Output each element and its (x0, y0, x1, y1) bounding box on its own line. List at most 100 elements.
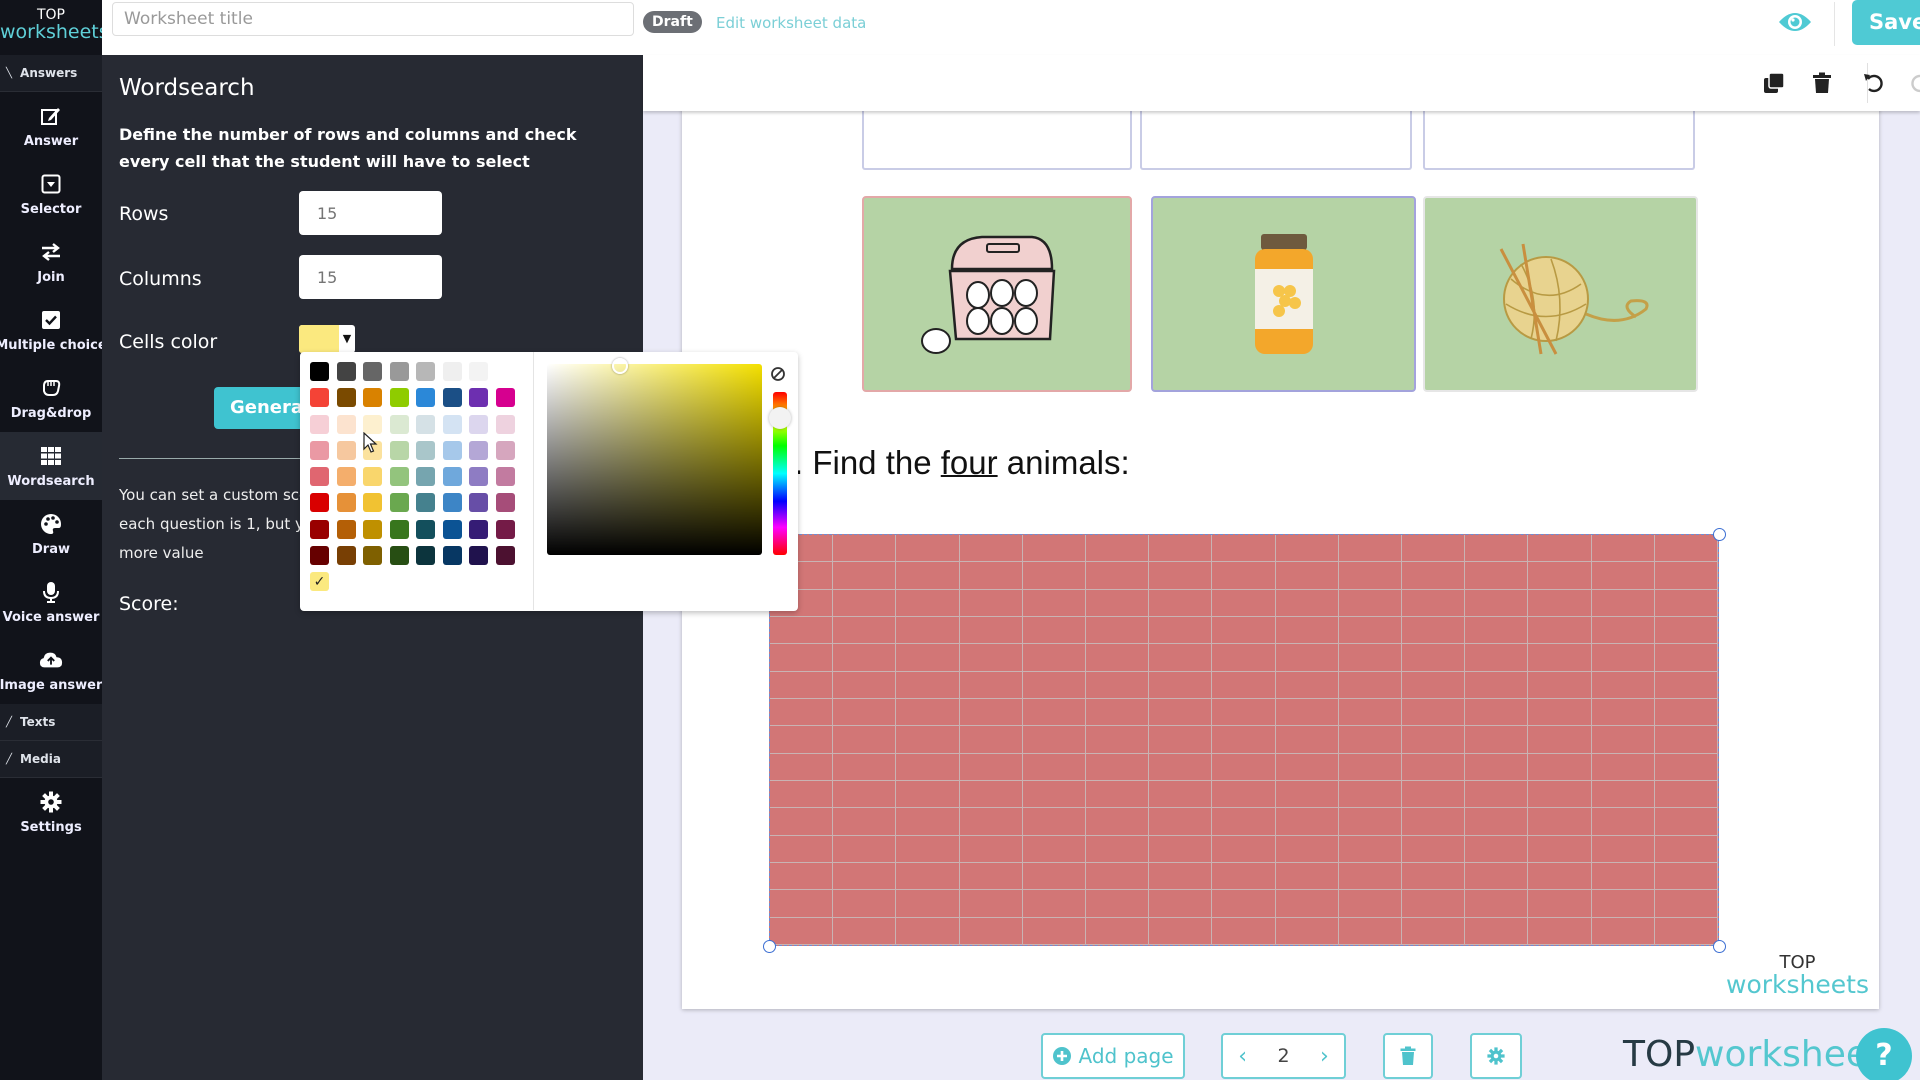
resize-handle-top-right[interactable] (1713, 528, 1726, 541)
grid-cell[interactable] (1212, 671, 1276, 699)
section-media[interactable]: ╱ Media (0, 741, 102, 778)
color-swatch[interactable] (442, 414, 462, 434)
grid-cell[interactable] (1149, 535, 1213, 563)
grid-cell[interactable] (1275, 589, 1339, 617)
grid-cell[interactable] (770, 726, 834, 754)
grid-cell[interactable] (959, 589, 1023, 617)
grid-cell[interactable] (1275, 644, 1339, 672)
no-color-icon[interactable] (770, 366, 786, 382)
sidebar-item-selector[interactable]: Selector (0, 160, 102, 228)
grid-cell[interactable] (770, 699, 834, 727)
color-swatch[interactable] (469, 519, 488, 539)
color-swatch[interactable] (336, 546, 356, 566)
grid-cell[interactable] (896, 726, 960, 754)
grid-cell[interactable] (1338, 589, 1402, 617)
edit-worksheet-data-link[interactable]: Edit worksheet data (716, 14, 866, 32)
grid-cell[interactable] (1022, 917, 1086, 945)
grid-cell[interactable] (1465, 589, 1529, 617)
grid-cell[interactable] (1086, 781, 1150, 809)
grid-cell[interactable] (896, 863, 960, 891)
color-swatch[interactable] (469, 362, 488, 381)
grid-cell[interactable] (1275, 726, 1339, 754)
grid-cell[interactable] (770, 753, 834, 781)
color-swatch[interactable] (442, 493, 462, 513)
grid-cell[interactable] (1654, 808, 1718, 836)
color-swatch[interactable] (336, 388, 356, 408)
grid-cell[interactable] (1402, 535, 1466, 563)
grid-cell[interactable] (1212, 726, 1276, 754)
grid-cell[interactable] (1212, 644, 1276, 672)
grid-cell[interactable] (1086, 644, 1150, 672)
grid-cell[interactable] (770, 835, 834, 863)
grid-cell[interactable] (833, 890, 897, 918)
resize-handle-bottom-right[interactable] (1713, 940, 1726, 953)
grid-cell[interactable] (833, 781, 897, 809)
grid-cell[interactable] (1654, 699, 1718, 727)
color-swatch[interactable] (389, 440, 409, 460)
grid-cell[interactable] (770, 890, 834, 918)
redo-icon[interactable] (1909, 72, 1920, 94)
grid-cell[interactable] (770, 863, 834, 891)
yarn-ball-image[interactable] (1423, 196, 1698, 392)
color-swatch[interactable] (495, 519, 515, 539)
grid-cell[interactable] (1086, 535, 1150, 563)
sidebar-item-join[interactable]: Join (0, 228, 102, 296)
grid-cell[interactable] (1528, 644, 1592, 672)
grid-cell[interactable] (1528, 671, 1592, 699)
color-swatch[interactable] (416, 440, 435, 460)
color-swatch[interactable] (495, 362, 515, 381)
grid-cell[interactable] (1402, 753, 1466, 781)
grid-cell[interactable] (833, 589, 897, 617)
color-swatch[interactable] (389, 546, 409, 566)
color-swatch[interactable] (469, 388, 488, 408)
color-swatch[interactable] (310, 440, 329, 460)
color-swatch[interactable] (389, 519, 409, 539)
grid-cell[interactable] (1402, 808, 1466, 836)
color-swatch[interactable] (442, 467, 462, 487)
cells-color-dropdown[interactable]: ▼ (299, 325, 355, 353)
grid-cell[interactable] (896, 562, 960, 590)
color-swatch[interactable] (442, 362, 462, 381)
grid-cell[interactable] (1402, 617, 1466, 645)
grid-cell[interactable] (1338, 808, 1402, 836)
color-swatch[interactable] (310, 388, 329, 408)
grid-cell[interactable] (1022, 726, 1086, 754)
grid-cell[interactable] (1528, 917, 1592, 945)
grid-cell[interactable] (1149, 617, 1213, 645)
color-swatch[interactable] (310, 493, 329, 513)
egg-carton-image[interactable] (862, 196, 1132, 392)
grid-cell[interactable] (1086, 835, 1150, 863)
grid-cell[interactable] (770, 671, 834, 699)
grid-cell[interactable] (1654, 617, 1718, 645)
grid-cell[interactable] (1086, 671, 1150, 699)
grid-cell[interactable] (1275, 562, 1339, 590)
grid-cell[interactable] (1591, 781, 1655, 809)
color-swatch[interactable] (442, 440, 462, 460)
grid-cell[interactable] (1402, 644, 1466, 672)
grid-cell[interactable] (1591, 617, 1655, 645)
color-swatch[interactable] (389, 467, 409, 487)
sidebar-item-voice-answer[interactable]: Voice answer (0, 568, 102, 636)
trash-icon[interactable] (1812, 72, 1834, 94)
grid-cell[interactable] (896, 781, 960, 809)
grid-cell[interactable] (1212, 781, 1276, 809)
grid-cell[interactable] (1149, 589, 1213, 617)
color-swatch[interactable] (469, 546, 488, 566)
grid-cell[interactable] (1528, 562, 1592, 590)
grid-cell[interactable] (1086, 562, 1150, 590)
grid-cell[interactable] (959, 617, 1023, 645)
grid-cell[interactable] (1086, 699, 1150, 727)
grid-cell[interactable] (1402, 589, 1466, 617)
color-swatch[interactable] (310, 362, 329, 381)
worksheet-title-input[interactable] (112, 2, 634, 36)
color-swatch[interactable] (389, 493, 409, 513)
grid-cell[interactable] (1654, 753, 1718, 781)
grid-cell[interactable] (959, 671, 1023, 699)
saturation-handle[interactable] (612, 358, 628, 374)
grid-cell[interactable] (896, 589, 960, 617)
saturation-value-area[interactable] (547, 364, 762, 555)
grid-cell[interactable] (1149, 699, 1213, 727)
grid-cell[interactable] (1022, 589, 1086, 617)
color-swatch[interactable] (495, 546, 515, 566)
grid-cell[interactable] (1149, 562, 1213, 590)
